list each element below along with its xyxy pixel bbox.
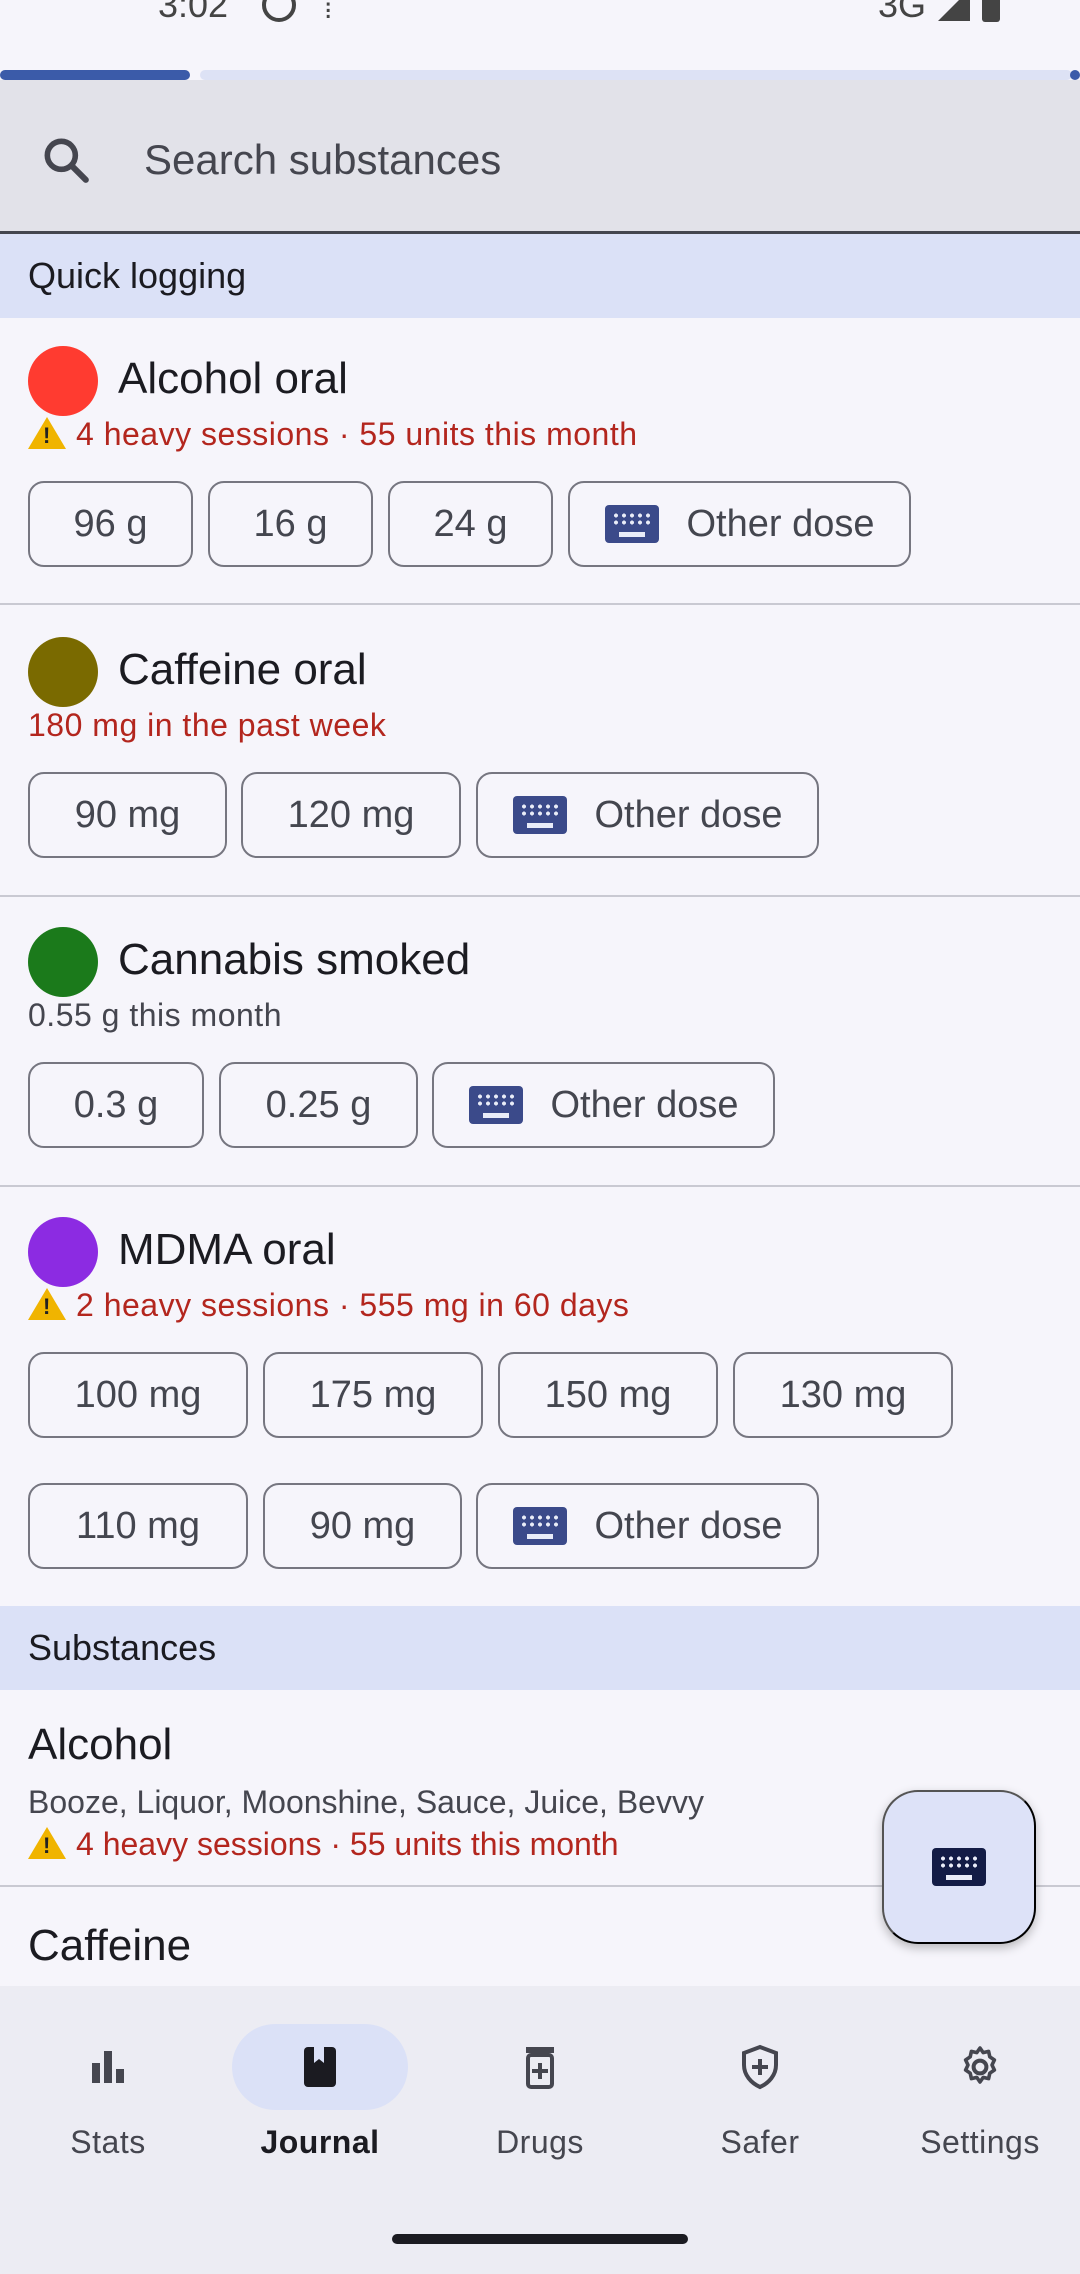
quick-log-summary: 4 heavy sessions · 55 units this month xyxy=(28,416,638,453)
quick-log-title: Caffeine oral xyxy=(118,645,367,694)
nav-label: Drugs xyxy=(496,2124,584,2160)
other-dose-button[interactable]: Other dose xyxy=(568,481,911,567)
quick-log-summary: 0.55 g this month xyxy=(28,997,282,1033)
signal-icon xyxy=(938,0,970,21)
search-input[interactable] xyxy=(144,130,1024,190)
dose-chip[interactable]: 120 mg xyxy=(241,772,461,858)
nav-pill-active xyxy=(232,2024,408,2110)
nav-label: Safer xyxy=(720,2124,800,2160)
dose-chip[interactable]: 96 g xyxy=(28,481,193,567)
dose-chip[interactable]: 16 g xyxy=(208,481,373,567)
substance-color-dot xyxy=(28,637,98,707)
quick-log-summary: 180 mg in the past week xyxy=(28,707,387,743)
dose-chip[interactable]: 110 mg xyxy=(28,1483,248,1569)
quick-log-title: MDMA oral xyxy=(118,1225,336,1274)
progress-track xyxy=(200,70,1072,80)
keyboard-icon xyxy=(932,1848,986,1886)
custom-log-fab[interactable] xyxy=(882,1790,1036,1944)
section-header-quick-logging: Quick logging xyxy=(0,234,1080,318)
warning-icon xyxy=(28,417,66,449)
progress-fill xyxy=(0,70,190,80)
dose-chip[interactable]: 24 g xyxy=(388,481,553,567)
quick-log-title: Cannabis smoked xyxy=(118,935,471,984)
other-dose-button[interactable]: Other dose xyxy=(476,1483,819,1569)
quick-log-card-alcohol: Alcohol oral 4 heavy sessions · 55 units… xyxy=(0,318,1080,605)
status-time: 3:02 xyxy=(158,0,229,25)
alarm-icon xyxy=(262,0,296,22)
dose-chip[interactable]: 0.25 g xyxy=(219,1062,418,1148)
section-header-substances: Substances xyxy=(0,1606,1080,1690)
nav-pill xyxy=(452,2024,628,2110)
dose-chip[interactable]: 90 mg xyxy=(28,772,227,858)
network-type: 3G xyxy=(877,0,926,25)
search-icon xyxy=(44,138,89,183)
quick-log-summary: 2 heavy sessions · 555 mg in 60 days xyxy=(28,1287,629,1324)
substance-aliases: Booze, Liquor, Moonshine, Sauce, Juice, … xyxy=(28,1784,704,1820)
nav-label: Stats xyxy=(70,2124,146,2160)
battery-icon xyxy=(982,0,1000,22)
substance-summary: 4 heavy sessions · 55 units this month xyxy=(28,1826,619,1863)
keyboard-icon xyxy=(512,796,567,834)
progress-end-dot xyxy=(1070,70,1080,80)
dose-chip[interactable]: 150 mg xyxy=(498,1352,718,1438)
loading-progress xyxy=(0,70,1080,80)
bar-chart-icon xyxy=(92,2051,124,2083)
keyboard-icon xyxy=(604,505,659,543)
other-dose-button[interactable]: Other dose xyxy=(476,772,819,858)
status-right: 3G xyxy=(878,0,1000,26)
quick-log-card-cannabis: Cannabis smoked 0.55 g this month 0.3 g … xyxy=(0,897,1080,1187)
voice-icon: ⁞ xyxy=(324,0,333,25)
nav-item-drugs[interactable]: Drugs xyxy=(432,2024,648,2161)
quick-log-title: Alcohol oral xyxy=(118,354,348,403)
dose-chip[interactable]: 100 mg xyxy=(28,1352,248,1438)
substance-name: Caffeine xyxy=(28,1921,192,1970)
nav-pill xyxy=(20,2024,196,2110)
warning-icon xyxy=(28,1288,66,1320)
dose-chip[interactable]: 175 mg xyxy=(263,1352,483,1438)
substance-color-dot xyxy=(28,346,98,416)
dose-chip[interactable]: 130 mg xyxy=(733,1352,953,1438)
book-icon xyxy=(304,2047,336,2087)
substance-color-dot xyxy=(28,927,98,997)
nav-item-stats[interactable]: Stats xyxy=(0,2024,216,2161)
nav-item-settings[interactable]: Settings xyxy=(872,2024,1080,2161)
nav-label: Settings xyxy=(920,2124,1040,2160)
dose-chip[interactable]: 90 mg xyxy=(263,1483,462,1569)
substance-color-dot xyxy=(28,1217,98,1287)
keyboard-icon xyxy=(512,1507,567,1545)
quick-log-card-caffeine: Caffeine oral 180 mg in the past week 90… xyxy=(0,607,1080,897)
status-bar: 3:02 ⁞ 3G xyxy=(0,0,1080,64)
home-indicator[interactable] xyxy=(392,2234,688,2244)
nav-label: Journal xyxy=(260,2124,380,2160)
pill-bottle-icon xyxy=(526,2047,554,2089)
keyboard-icon xyxy=(468,1086,523,1124)
nav-item-safer[interactable]: Safer xyxy=(652,2024,868,2161)
divider xyxy=(0,603,1080,605)
nav-pill xyxy=(672,2024,848,2110)
search-bar[interactable] xyxy=(0,80,1080,234)
other-dose-button[interactable]: Other dose xyxy=(432,1062,775,1148)
shield-icon xyxy=(742,2044,778,2090)
warning-icon xyxy=(28,1827,66,1859)
gear-icon xyxy=(963,2046,997,2084)
bottom-navigation: Stats Journal Drugs Safer Settings xyxy=(0,1986,1080,2274)
nav-item-journal[interactable]: Journal xyxy=(212,2024,428,2161)
dose-chip[interactable]: 0.3 g xyxy=(28,1062,204,1148)
quick-log-card-mdma: MDMA oral 2 heavy sessions · 555 mg in 6… xyxy=(0,1187,1080,1607)
substance-name: Alcohol xyxy=(28,1720,173,1769)
nav-pill xyxy=(892,2024,1068,2110)
